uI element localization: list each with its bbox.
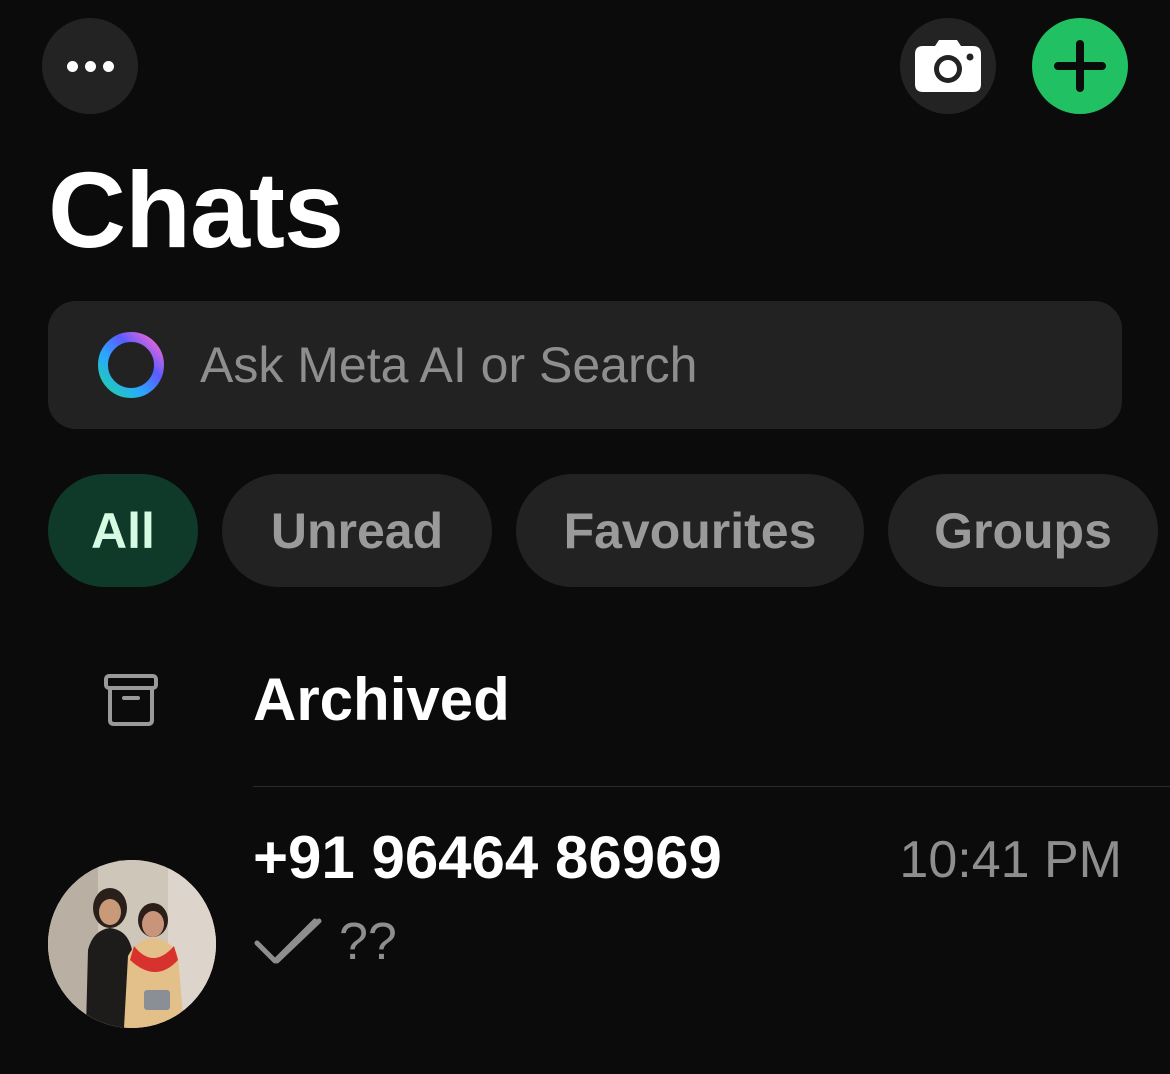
chat-list-item[interactable]: +91 96464 86969 10:41 PM ??	[0, 800, 1170, 1040]
chat-name: +91 96464 86969	[253, 824, 722, 891]
chat-time: 10:41 PM	[899, 831, 1122, 889]
more-horizontal-icon	[66, 60, 114, 72]
avatar[interactable]	[48, 860, 216, 1028]
archived-label: Archived	[253, 666, 510, 733]
search-input[interactable]	[200, 336, 1000, 394]
filter-groups[interactable]: Groups	[888, 474, 1158, 587]
meta-ai-ring-icon	[98, 332, 164, 398]
camera-button[interactable]	[900, 18, 996, 114]
chat-preview-text: ??	[339, 913, 397, 971]
new-chat-button[interactable]	[1032, 18, 1128, 114]
filter-all[interactable]: All	[48, 474, 198, 587]
plus-icon	[1054, 40, 1106, 92]
chats-screen: Chats All Unread Favourites Groups	[0, 0, 1170, 1074]
chat-preview: ??	[253, 912, 397, 972]
double-check-icon	[254, 918, 322, 964]
archive-icon	[104, 674, 158, 726]
camera-icon	[915, 40, 981, 92]
page-title: Chats	[48, 149, 344, 270]
archived-row[interactable]: Archived	[0, 640, 1170, 760]
divider	[253, 786, 1170, 787]
more-options-button[interactable]	[42, 18, 138, 114]
search-bar[interactable]	[48, 301, 1122, 429]
filter-unread[interactable]: Unread	[222, 474, 492, 587]
filter-favourites[interactable]: Favourites	[516, 474, 864, 587]
